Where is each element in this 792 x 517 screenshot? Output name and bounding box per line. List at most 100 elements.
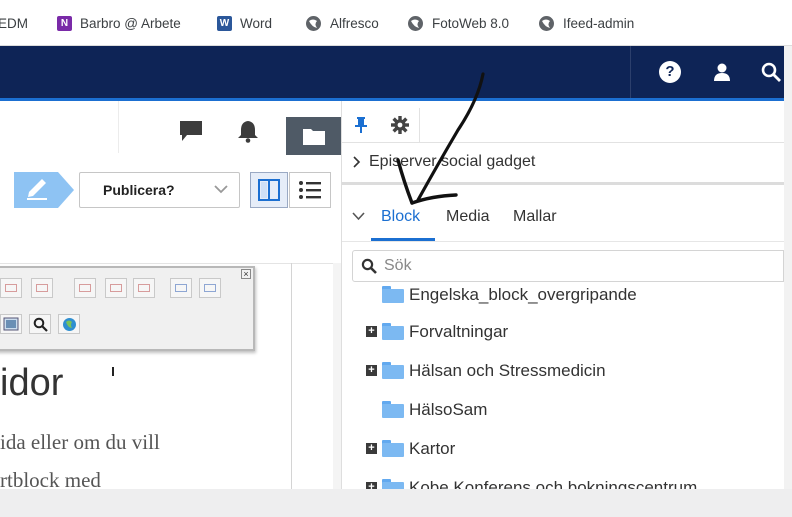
window-edge [784, 46, 792, 517]
gadget-title: Episerver social gadget [369, 153, 536, 170]
image-button[interactable] [0, 314, 22, 334]
tree-item[interactable]: Engelska_block_overgripande [342, 283, 784, 314]
split-view-icon [258, 179, 280, 201]
content-divider [291, 263, 292, 489]
bookmark-label: Barbro @ Arbete [80, 15, 181, 31]
tree-item[interactable]: + Forvaltningar [342, 312, 784, 351]
folder-icon [382, 323, 404, 340]
asset-tabs: Block Media Mallar [342, 195, 784, 241]
chevron-down-icon [214, 185, 228, 194]
header-divider [630, 46, 631, 98]
link-button[interactable] [58, 314, 80, 334]
tree-item[interactable]: + Kartor [342, 429, 784, 468]
body-text[interactable]: rtblock med [0, 468, 101, 489]
table-delete-button[interactable] [199, 278, 221, 298]
bookmark-word[interactable]: W Word [217, 0, 272, 46]
globe-icon [408, 15, 423, 31]
close-icon[interactable]: × [241, 269, 251, 279]
help-button[interactable]: ? [655, 46, 685, 98]
settings-button[interactable] [380, 108, 420, 142]
block-tree: Engelska_block_overgripande + Forvaltnin… [342, 283, 784, 489]
edit-button[interactable] [14, 172, 74, 208]
body-text[interactable]: ida eller om du vill [0, 430, 160, 455]
user-icon [714, 63, 730, 81]
top-header: ? [0, 46, 784, 98]
find-button[interactable] [29, 314, 51, 334]
tree-item-label: Hälsan och Stressmedicin [409, 360, 606, 380]
richtext-toolbar: × [0, 266, 255, 351]
toolbar-divider [118, 101, 119, 153]
folder-icon [382, 362, 404, 379]
asset-search[interactable] [352, 250, 784, 282]
tree-item-label: Engelska_block_overgripande [409, 284, 637, 304]
pin-button[interactable] [346, 108, 376, 142]
global-search-button[interactable] [758, 46, 784, 98]
gear-icon [390, 116, 409, 134]
window-bottom [0, 489, 792, 517]
folder-icon [382, 286, 404, 303]
tree-item[interactable]: + Kobe Konferens och bokningscentrum [342, 468, 784, 489]
tree-item[interactable]: HälsoSam [342, 390, 784, 429]
search-icon [761, 62, 781, 82]
word-icon: W [217, 15, 232, 31]
gadget-header[interactable]: Episerver social gadget [342, 143, 784, 181]
content-scrollbar[interactable] [333, 263, 341, 489]
gadget-splitter[interactable] [342, 182, 784, 185]
tabs-divider [342, 241, 784, 242]
table-split-button[interactable] [105, 278, 127, 298]
expand-icon[interactable]: + [366, 443, 377, 454]
folder-icon [382, 440, 404, 457]
tab-mallar[interactable]: Mallar [513, 208, 557, 226]
table-insert-button[interactable] [170, 278, 192, 298]
view-split-button[interactable] [250, 172, 288, 208]
bookmark-label: Word [240, 15, 273, 31]
bookmark-alfresco[interactable]: Alfresco [305, 0, 379, 46]
tab-media[interactable]: Media [446, 208, 490, 226]
bookmark-ifeed[interactable]: Ifeed-admin [538, 0, 634, 46]
tree-item-label: Kartor [409, 438, 456, 458]
table-merge-button[interactable] [74, 278, 96, 298]
chevron-right-icon [353, 156, 361, 168]
folder-icon [382, 479, 404, 489]
tree-item-label: Forvaltningar [409, 321, 509, 341]
bookmark-fotoweb[interactable]: FotoWeb 8.0 [407, 0, 509, 46]
assets-panel-toggle[interactable] [286, 117, 341, 155]
view-list-button[interactable] [289, 172, 331, 208]
globe-icon [539, 15, 554, 31]
expand-icon[interactable]: + [366, 326, 377, 337]
table-row-before-button[interactable] [0, 278, 22, 298]
search-icon [361, 258, 377, 274]
bookmark-label: FotoWeb 8.0 [432, 15, 510, 31]
comments-button[interactable] [178, 118, 204, 144]
notifications-button[interactable] [235, 118, 261, 144]
magnifier-icon [33, 317, 48, 332]
bookmark-label: EDM [0, 15, 28, 31]
pin-icon [355, 117, 367, 133]
bookmarks-bar: EDM N Barbro @ Arbete W Word Alfresco Fo… [0, 0, 792, 46]
list-view-icon [299, 181, 321, 199]
bookmark-label: Alfresco [330, 15, 379, 31]
page-heading[interactable]: idor [0, 362, 63, 405]
help-icon: ? [659, 61, 681, 83]
bookmark-edm[interactable]: EDM [0, 0, 28, 46]
search-input[interactable] [384, 257, 764, 275]
user-button[interactable] [707, 46, 737, 98]
table-row-after-button[interactable] [31, 278, 53, 298]
publish-button[interactable]: Publicera? [79, 172, 240, 208]
text-cursor [112, 367, 114, 376]
expand-icon[interactable]: + [366, 365, 377, 376]
bookmark-label: Ifeed-admin [563, 15, 635, 31]
image-icon [3, 317, 19, 331]
onenote-icon: N [57, 15, 72, 31]
tree-item[interactable]: + Hälsan och Stressmedicin [342, 351, 784, 390]
expand-icon[interactable]: + [366, 482, 377, 489]
tab-block[interactable]: Block [381, 208, 420, 226]
bookmark-barbro[interactable]: N Barbro @ Arbete [57, 0, 181, 46]
globe-icon [306, 15, 321, 31]
folder-icon [382, 401, 404, 418]
publish-label: Publicera? [103, 182, 175, 198]
table-props-button[interactable] [133, 278, 155, 298]
tree-item-label: HälsoSam [409, 399, 488, 419]
chevron-down-icon[interactable] [352, 212, 365, 221]
bell-icon [238, 121, 258, 143]
